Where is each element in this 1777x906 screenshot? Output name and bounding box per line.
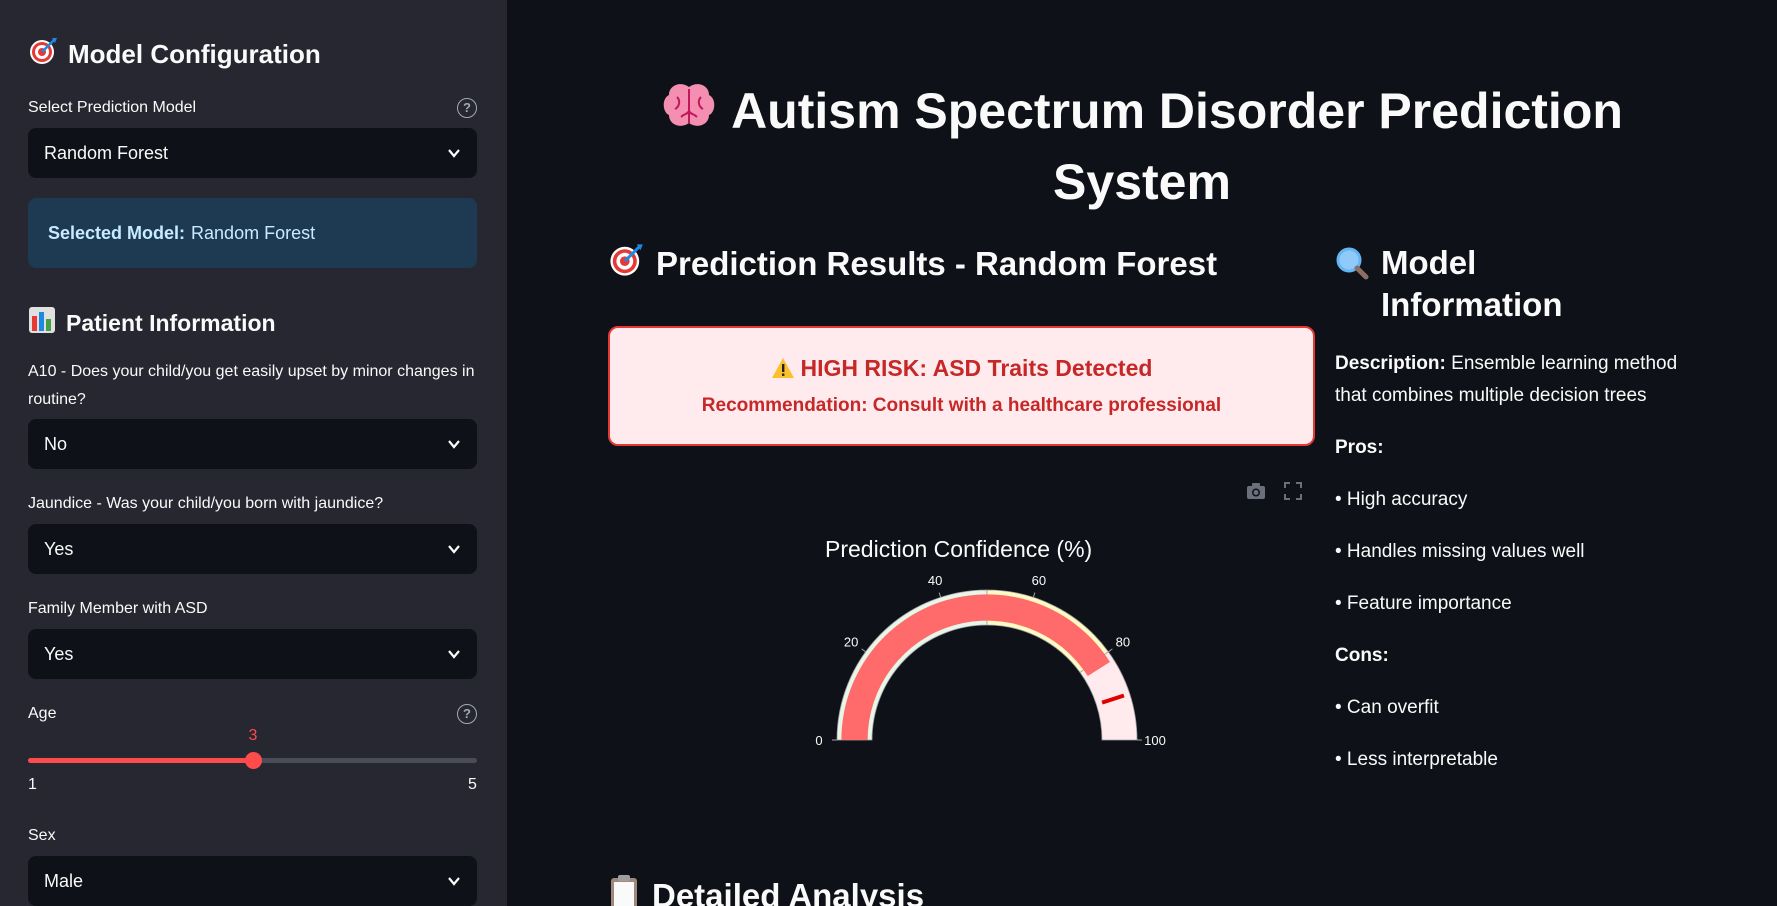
bar-chart-icon [28, 306, 56, 340]
gauge-tick-label: 100 [1144, 733, 1166, 748]
help-icon[interactable]: ? [457, 704, 477, 724]
page-title: Autism Spectrum Disorder Prediction Syst… [617, 78, 1667, 215]
a10-label: A10 - Does your child/you get easily ups… [28, 363, 475, 408]
gauge-tick [1108, 648, 1113, 653]
chevron-down-icon [448, 545, 460, 554]
age-slider-value: 3 [248, 727, 258, 744]
age-slider-thumb[interactable] [244, 752, 262, 769]
gauge-tick-label: 40 [928, 573, 942, 588]
gauge-tick [1032, 592, 1036, 598]
a10-select[interactable]: No [28, 419, 477, 469]
model-select[interactable]: Random Forest [28, 128, 477, 178]
pros-label-text: Pros: [1335, 437, 1384, 458]
pros-item: • High accuracy [1335, 489, 1468, 510]
brain-icon [661, 81, 717, 149]
chevron-down-icon [448, 650, 460, 659]
gauge-tick [861, 648, 866, 653]
jaundice-label: Jaundice - Was your child/you born with … [28, 495, 384, 512]
age-slider-max: 5 [468, 776, 477, 793]
age-label-text: Age [28, 705, 57, 722]
alert-title: HIGH RISK: ASD Traits Detected [610, 355, 1313, 385]
model-config-heading: Model Configuration [28, 36, 321, 73]
target-icon [608, 242, 644, 286]
fullscreen-icon[interactable] [1282, 480, 1304, 502]
description-label: Description: [1335, 353, 1446, 374]
sex-label: Sex [28, 827, 56, 844]
sex-select[interactable]: Male [28, 856, 477, 906]
magnifier-icon [1335, 246, 1369, 290]
family-select[interactable]: Yes [28, 629, 477, 679]
jaundice-select[interactable]: Yes [28, 524, 477, 574]
selected-model-label: Selected Model: [48, 222, 186, 243]
risk-alert: HIGH RISK: ASD Traits Detected Recommend… [608, 326, 1315, 446]
detailed-heading: Detailed Analysis [608, 874, 924, 906]
gauge-tick-label: 60 [1032, 573, 1046, 588]
model-info-heading: Model Information [1335, 242, 1575, 326]
chevron-down-icon [448, 877, 460, 886]
model-config-title: Model Configuration [68, 39, 321, 69]
sidebar: Model Configuration Select Prediction Mo… [0, 0, 507, 906]
sex-select-value: Male [44, 870, 84, 891]
cons-item: • Can overfit [1335, 697, 1439, 718]
confidence-gauge: 0 20 40 60 80 100 [815, 573, 1166, 748]
model-info-title: Model Information [1381, 244, 1563, 323]
gauge-tick [938, 592, 942, 598]
model-select-label: Select Prediction Model ? [28, 94, 477, 122]
detailed-title: Detailed Analysis [652, 877, 925, 906]
patient-info-title: Patient Information [66, 309, 276, 336]
results-title: Prediction Results - Random Forest [656, 245, 1218, 282]
main-content: Autism Spectrum Disorder Prediction Syst… [507, 0, 1777, 906]
chevron-down-icon [448, 440, 460, 449]
model-description: Description: Ensemble learning method th… [1335, 348, 1695, 412]
clipboard-icon [608, 874, 640, 906]
family-select-value: Yes [44, 643, 74, 664]
warning-icon [771, 357, 795, 385]
age-label: Age ? [28, 700, 477, 728]
selected-model-info: Selected Model: Random Forest [28, 198, 477, 268]
target-icon [28, 36, 58, 73]
family-label: Family Member with ASD [28, 600, 208, 617]
camera-icon[interactable] [1245, 480, 1267, 502]
patient-info-heading: Patient Information [28, 306, 276, 340]
results-heading: Prediction Results - Random Forest [608, 242, 1217, 286]
gauge-title: Prediction Confidence (%) [825, 536, 1093, 562]
pros-label: Pros: [1335, 432, 1695, 464]
gauge-tick-label: 20 [844, 634, 858, 649]
chevron-down-icon [448, 149, 460, 158]
gauge-tick-label: 80 [1116, 634, 1130, 649]
cons-label-text: Cons: [1335, 645, 1389, 666]
cons-item: • Less interpretable [1335, 749, 1498, 770]
alert-recommendation: Recommendation: Consult with a healthcar… [701, 395, 1222, 416]
selected-model-value: Random Forest [191, 222, 316, 243]
model-select-value: Random Forest [44, 142, 169, 163]
age-slider[interactable] [28, 752, 477, 769]
age-slider-fill [28, 758, 253, 763]
alert-title-text: HIGH RISK: ASD Traits Detected [800, 355, 1153, 381]
a10-select-value: No [44, 433, 68, 454]
model-select-label-text: Select Prediction Model [28, 99, 197, 116]
pros-item: • Feature importance [1335, 593, 1512, 614]
jaundice-select-value: Yes [44, 538, 74, 559]
age-slider-min: 1 [28, 776, 37, 793]
gauge-tick-label: 0 [815, 733, 822, 748]
cons-label: Cons: [1335, 640, 1695, 672]
page-title-text: Autism Spectrum Disorder Prediction Syst… [731, 83, 1623, 210]
help-icon[interactable]: ? [457, 98, 477, 118]
pros-item: • Handles missing values well [1335, 541, 1585, 562]
